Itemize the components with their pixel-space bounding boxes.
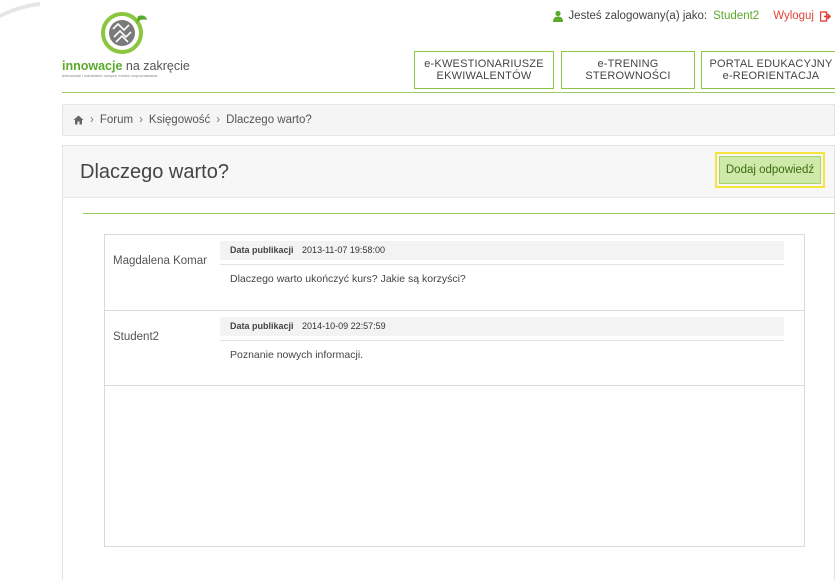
breadcrumb-item-forum[interactable]: Forum (100, 114, 133, 126)
site-logo[interactable]: innowacje na zakręcie testowanie i wdraż… (62, 12, 192, 82)
nav-label-line1: e-KWESTIONARIUSZE (424, 58, 544, 70)
logged-in-username[interactable]: Student2 (713, 10, 759, 22)
post-item: Student2 Data publikacji 2014-10-09 22:5… (105, 311, 804, 386)
post-item: Magdalena Komar Data publikacji 2013-11-… (105, 235, 804, 311)
posts-list: Magdalena Komar Data publikacji 2013-11-… (104, 234, 805, 547)
nav-portal-edukacyjny[interactable]: PORTAL EDUKACYJNY e-REORIENTACJA (701, 51, 835, 89)
nav-label-line2: EKWIWALENTÓW (436, 70, 532, 82)
breadcrumb-separator: › (216, 114, 221, 126)
nav-label-line1: e-TRENING (597, 58, 659, 70)
post-author: Student2 (113, 331, 160, 343)
panel-divider (83, 213, 835, 214)
nav-label-line2: STEROWNOŚCI (585, 70, 671, 82)
corner-swoosh-decoration (0, 2, 40, 18)
logo-brand-text: innowacje na zakręcie (62, 59, 190, 73)
post-meta: Data publikacji 2013-11-07 19:58:00 (220, 241, 784, 260)
breadcrumb: › Forum › Księgowość › Dlaczego warto? (62, 104, 835, 136)
post-date: 2014-10-09 22:57:59 (302, 321, 386, 331)
post-meta-divider (220, 264, 784, 265)
post-author: Magdalena Komar (113, 255, 207, 267)
topic-panel: Dlaczego warto? Dodaj odpowiedź Magdalen… (62, 145, 835, 580)
breadcrumb-item-category[interactable]: Księgowość (149, 114, 210, 126)
logo-mark-icon (101, 12, 147, 54)
breadcrumb-separator: › (90, 114, 94, 126)
nav-e-trening[interactable]: e-TRENING STEROWNOŚCI (561, 51, 695, 89)
nav-label-line1: PORTAL EDUKACYJNY (709, 58, 833, 70)
post-meta-divider (220, 340, 784, 341)
nav-label-line2: e-REORIENTACJA (722, 70, 820, 82)
post-date-label: Data publikacji (230, 321, 294, 331)
login-status-text: Jesteś zalogowany(a) jako: (568, 10, 708, 22)
logout-icon[interactable] (820, 10, 831, 22)
home-icon[interactable] (73, 115, 84, 125)
logout-link[interactable]: Wyloguj (773, 10, 814, 22)
post-content: Poznanie nowych informacji. (230, 349, 364, 361)
add-reply-highlight: Dodaj odpowiedź (715, 152, 825, 188)
header-divider (62, 92, 835, 93)
topic-panel-header: Dlaczego warto? Dodaj odpowiedź (63, 146, 834, 198)
breadcrumb-item-current: Dlaczego warto? (226, 114, 312, 126)
nav-e-kwestionariusze[interactable]: e-KWESTIONARIUSZE EKWIWALENTÓW (414, 51, 554, 89)
topic-title: Dlaczego warto? (80, 161, 229, 183)
post-meta: Data publikacji 2014-10-09 22:57:59 (220, 317, 784, 336)
user-icon (553, 10, 564, 22)
post-content: Dlaczego warto ukończyć kurs? Jakie są k… (230, 273, 466, 285)
add-reply-button[interactable]: Dodaj odpowiedź (719, 156, 821, 184)
breadcrumb-separator: › (139, 114, 143, 126)
login-bar: Jesteś zalogowany(a) jako: Student2 Wylo… (552, 10, 831, 22)
post-date-label: Data publikacji (230, 245, 294, 255)
post-date: 2013-11-07 19:58:00 (302, 245, 385, 255)
logo-tagline: testowanie i wdrażanie nowych metod rozp… (62, 73, 158, 78)
